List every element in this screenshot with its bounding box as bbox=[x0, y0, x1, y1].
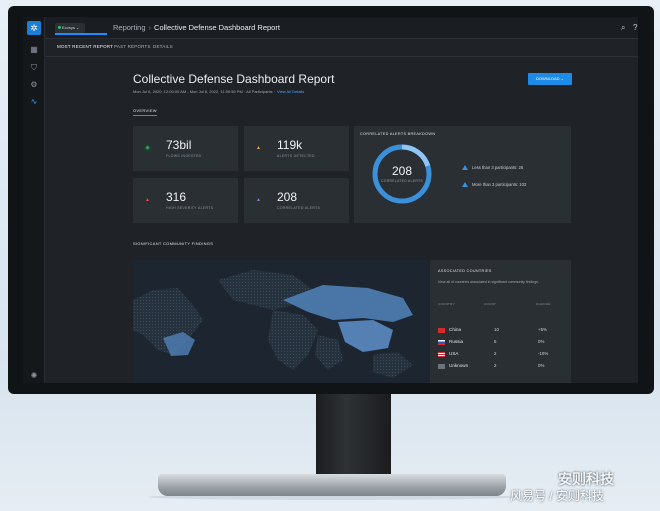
alert-high-icon: ▲ bbox=[145, 197, 150, 203]
stat-label: CORRELATED ALERTS bbox=[277, 206, 321, 210]
search-icon[interactable]: ⌕ bbox=[621, 23, 625, 33]
report-tabs: MOST RECENT REPORT PAST REPORTS DETAILS bbox=[45, 39, 638, 57]
stat-value: 316 bbox=[166, 190, 187, 204]
settings-icon[interactable]: ✺ bbox=[28, 371, 40, 381]
col-header-country[interactable]: COUNTRY bbox=[438, 302, 455, 306]
unknown-flag-icon bbox=[438, 364, 445, 369]
alert-warning-icon: ▲ bbox=[256, 145, 261, 151]
breadcrumb: Reporting › Collective Defense Dashboard R… bbox=[113, 23, 280, 32]
date-range-text: Mon Jul 6, 2020, 12:00:00 AM - Mon Jul 6… bbox=[133, 89, 276, 94]
breadcrumb-root[interactable]: Reporting bbox=[113, 23, 146, 32]
table-row[interactable]: Russia 5 0% bbox=[438, 338, 562, 348]
table-row[interactable]: Unknown 2 0% bbox=[438, 362, 562, 372]
country-change: 0% bbox=[538, 363, 545, 368]
stat-value: 73bil bbox=[166, 138, 192, 152]
legend-label: Less than 3 participants: 26 bbox=[472, 165, 524, 170]
country-count: 5 bbox=[494, 339, 497, 344]
chevron-right-icon: › bbox=[148, 23, 152, 32]
stat-card-alerts[interactable]: ▲ 119k ALERTS DETECTED bbox=[244, 126, 349, 171]
page-title: Collective Defense Dashboard Report bbox=[133, 72, 335, 86]
overview-underline bbox=[133, 115, 157, 116]
overview-label: OVERVIEW bbox=[133, 108, 157, 113]
world-map-svg bbox=[133, 260, 430, 383]
china-flag-icon bbox=[438, 328, 445, 333]
app-logo-icon[interactable]: ✲ bbox=[27, 21, 41, 35]
triangle-icon bbox=[462, 165, 468, 170]
country-count: 2 bbox=[494, 363, 497, 368]
stat-label: ALERTS DETECTED bbox=[277, 154, 315, 158]
findings-label: SIGNIFICANT COMMUNITY FINDINGS bbox=[133, 241, 214, 246]
shield-icon[interactable]: ⛉ bbox=[28, 63, 40, 73]
monitor-screen: ✲ ▦ ⛉ ⚙ ∿ ✺ Ecosys ⌄ Reporting › Collectiv… bbox=[23, 17, 638, 383]
country-name: Russia bbox=[449, 339, 464, 344]
active-tab-indicator bbox=[55, 33, 107, 35]
associated-countries-panel: ASSOCIATED COUNTRIES View all of countri… bbox=[430, 260, 571, 383]
stat-value: 119k bbox=[277, 138, 303, 152]
alert-correlated-icon: ▲ bbox=[256, 197, 261, 203]
environment-selector[interactable]: Ecosys ⌄ bbox=[55, 23, 85, 33]
stat-card-flows[interactable]: ◉ 73bil FLOWS INGESTED bbox=[133, 126, 238, 171]
tab-details[interactable]: DETAILS bbox=[153, 44, 173, 49]
stat-card-correlated[interactable]: ▲ 208 CORRELATED ALERTS bbox=[244, 178, 349, 223]
country-count: 2 bbox=[494, 351, 497, 356]
correlated-breakdown-title: CORRELATED ALERTS BREAKDOWN bbox=[360, 132, 436, 136]
usa-flag-icon bbox=[438, 352, 445, 357]
breadcrumb-current: Collective Defense Dashboard Report bbox=[154, 23, 280, 32]
countries-title: ASSOCIATED COUNTRIES bbox=[438, 269, 492, 273]
dashboard-icon[interactable]: ▦ bbox=[28, 45, 40, 55]
col-header-change[interactable]: CHANGE bbox=[536, 302, 551, 306]
table-row[interactable]: China 10 +5% bbox=[438, 326, 562, 336]
russia-flag-icon bbox=[438, 340, 445, 345]
country-name: Unknown bbox=[449, 363, 469, 368]
correlated-breakdown-card: CORRELATED ALERTS BREAKDOWN 208 CORRELAT… bbox=[354, 126, 571, 223]
legend-label: More than 3 participants: 103 bbox=[472, 182, 527, 187]
tab-most-recent-report[interactable]: MOST RECENT REPORT bbox=[57, 44, 113, 49]
gear-icon[interactable]: ⚙ bbox=[28, 80, 40, 90]
stat-value: 208 bbox=[277, 190, 298, 204]
help-icon[interactable]: ? bbox=[633, 23, 637, 32]
world-map[interactable] bbox=[133, 260, 430, 383]
table-row[interactable]: USA 2 -10% bbox=[438, 350, 562, 360]
triangle-icon bbox=[462, 182, 468, 187]
donut-total-label: CORRELATED ALERTS bbox=[381, 179, 423, 183]
tab-past-reports[interactable]: PAST REPORTS bbox=[114, 44, 151, 49]
country-change: -10% bbox=[538, 351, 549, 356]
col-header-count[interactable]: COUNT bbox=[484, 302, 496, 306]
reporting-chart-icon[interactable]: ∿ bbox=[28, 97, 40, 107]
view-all-details-link[interactable]: View All Details bbox=[277, 89, 304, 94]
report-date-range: Mon Jul 6, 2020, 12:00:00 AM - Mon Jul 6… bbox=[133, 89, 304, 94]
brand-watermark: 安则科技 bbox=[558, 471, 614, 487]
monitor-stand-neck bbox=[316, 394, 391, 478]
download-button[interactable]: DOWNLOAD ⌄ bbox=[528, 73, 572, 85]
country-count: 10 bbox=[494, 327, 499, 332]
legend-more-than-3: More than 3 participants: 103 bbox=[462, 182, 526, 187]
environment-label: Ecosys bbox=[62, 25, 75, 30]
stat-card-high-severity[interactable]: ▲ 316 HIGH SEVERITY ALERTS bbox=[133, 178, 238, 223]
status-dot-icon bbox=[58, 26, 61, 29]
donut-total-value: 208 bbox=[391, 164, 413, 178]
country-change: +5% bbox=[538, 327, 547, 332]
top-bar: Ecosys ⌄ Reporting › Collective Defense Da… bbox=[45, 17, 638, 39]
monitor-stand-base bbox=[158, 474, 506, 496]
country-name: USA bbox=[449, 351, 459, 356]
stat-label: FLOWS INGESTED bbox=[166, 154, 202, 158]
country-name: China bbox=[449, 327, 462, 332]
source-watermark: 风易号 / 安则科技 bbox=[510, 489, 605, 503]
left-nav-rail: ✲ ▦ ⛉ ⚙ ∿ ✺ bbox=[23, 17, 45, 383]
country-change: 0% bbox=[538, 339, 545, 344]
legend-less-than-3: Less than 3 participants: 26 bbox=[462, 165, 523, 170]
stat-label: HIGH SEVERITY ALERTS bbox=[166, 206, 214, 210]
flows-icon: ◉ bbox=[143, 144, 152, 153]
countries-description: View all of countries associated in sign… bbox=[438, 280, 539, 284]
